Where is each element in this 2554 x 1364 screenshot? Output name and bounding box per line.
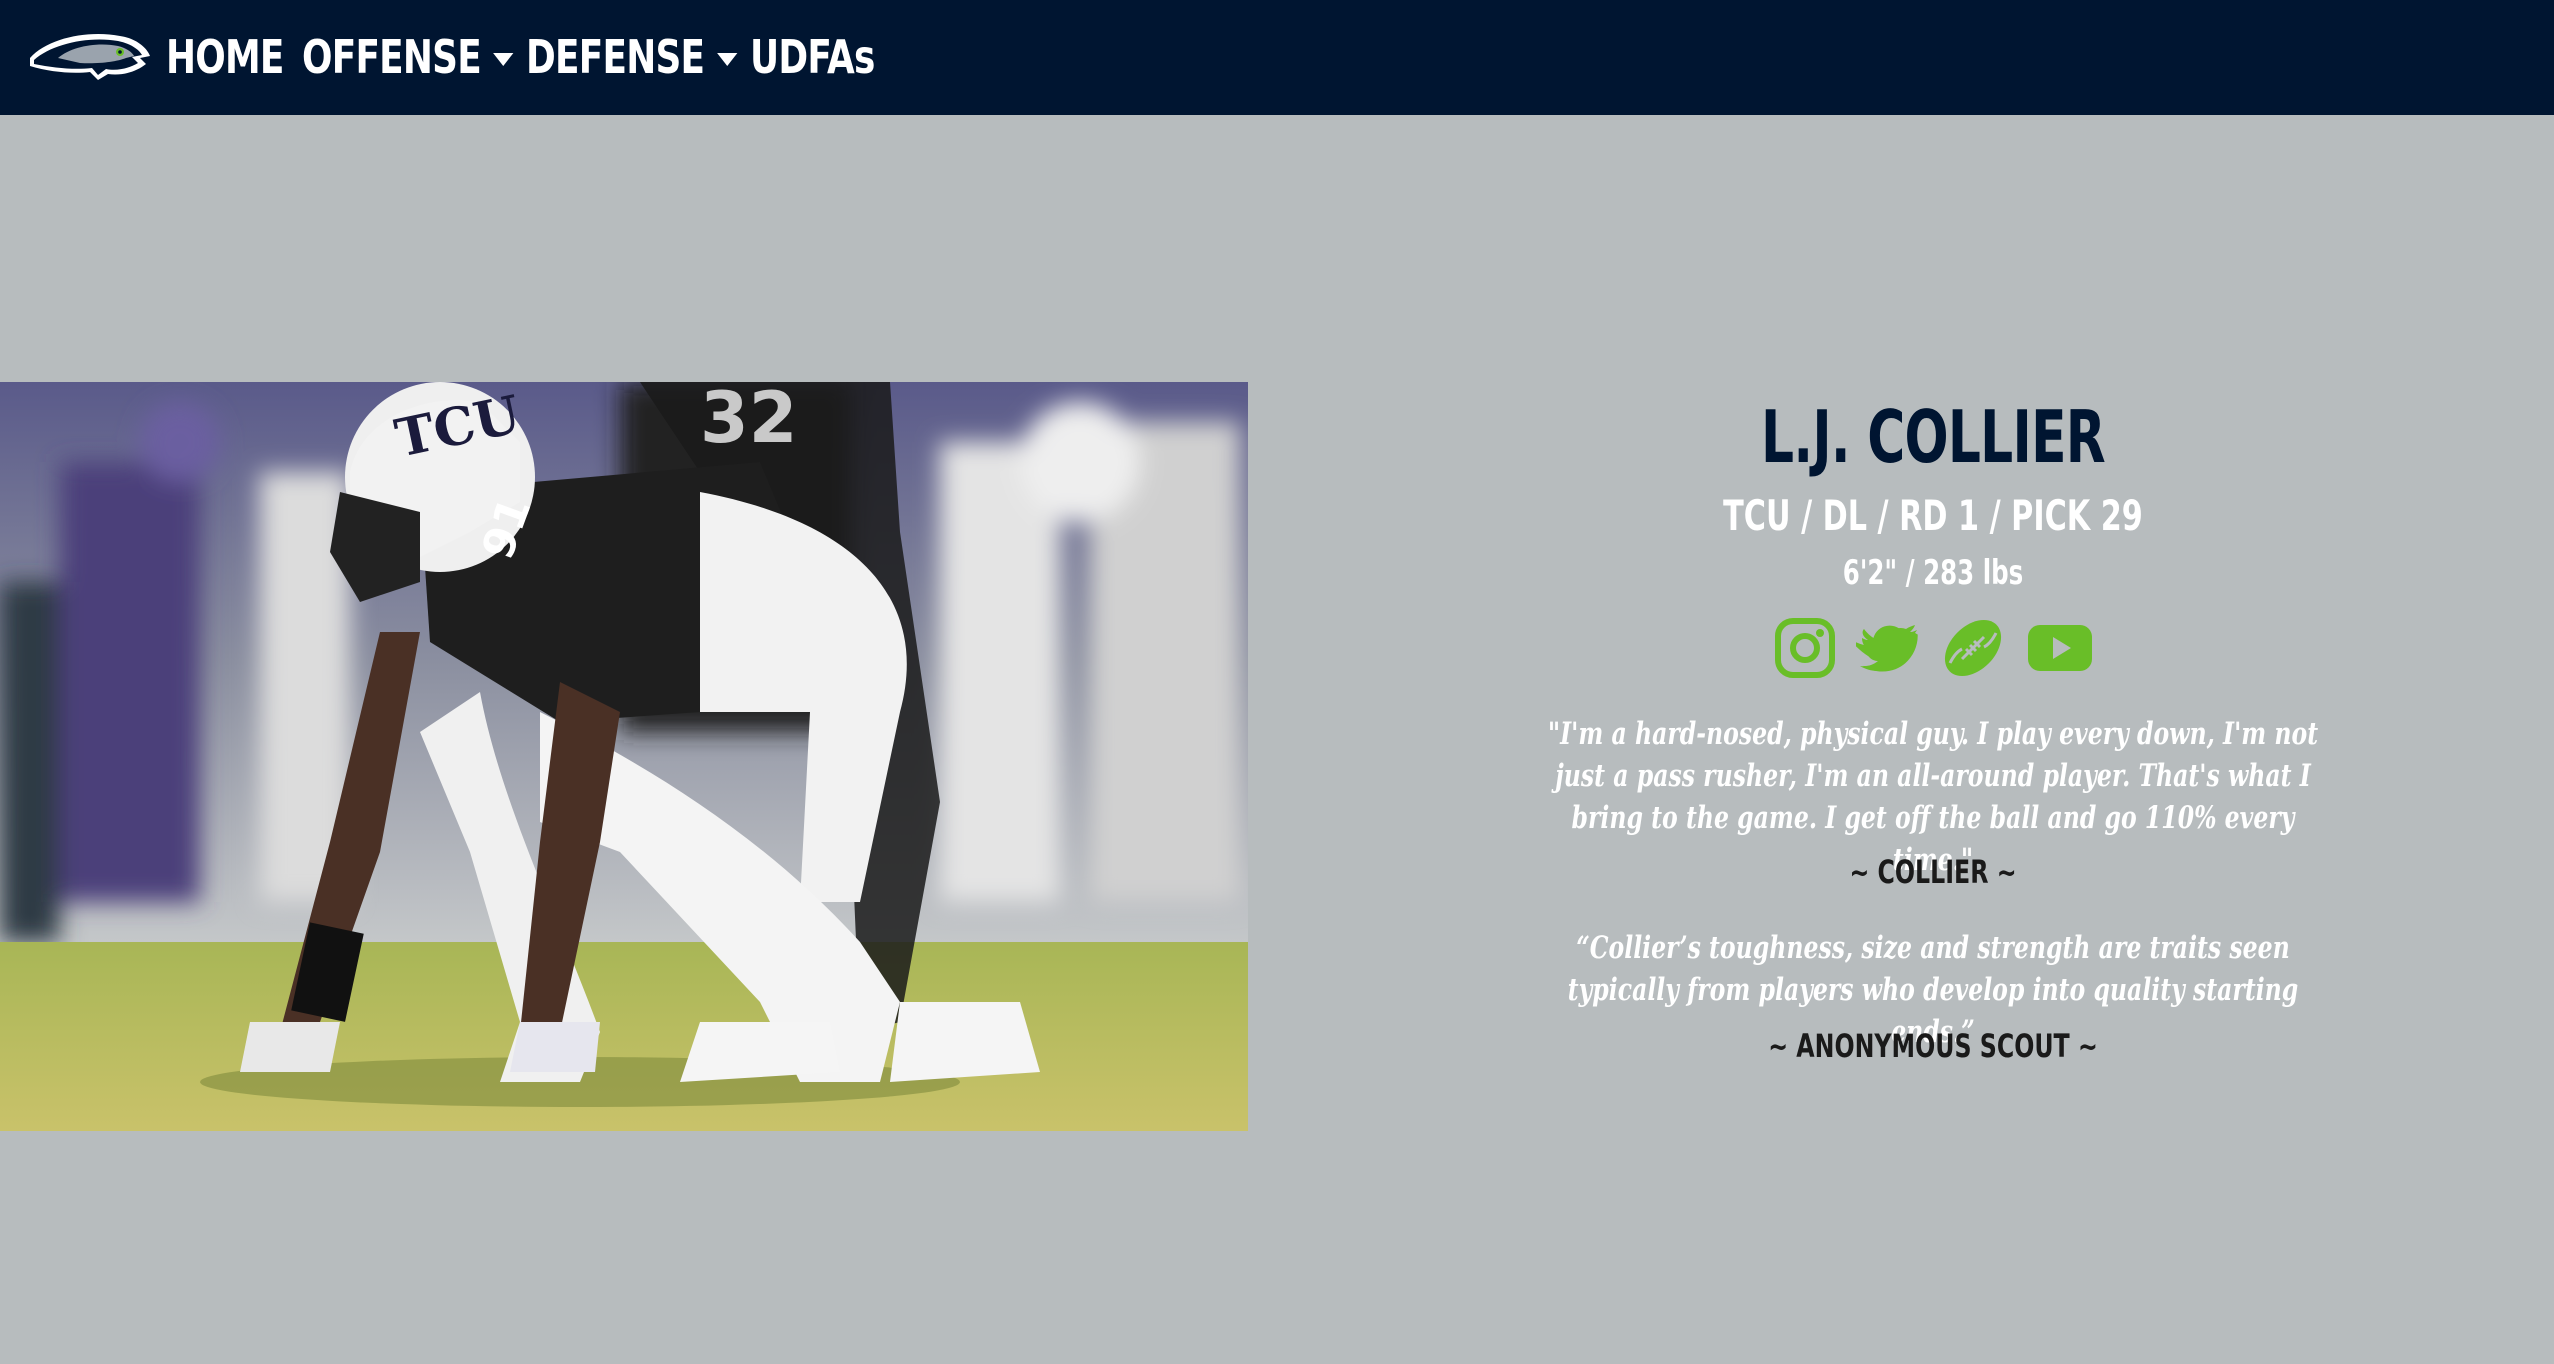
social-links xyxy=(1500,615,2366,681)
chevron-down-icon xyxy=(493,52,514,66)
nav-defense-label: DEFENSE xyxy=(526,30,705,84)
nav-offense[interactable]: OFFENSE xyxy=(302,22,514,92)
nav-home-label: HOME xyxy=(166,30,284,84)
instagram-icon[interactable] xyxy=(1772,615,1838,681)
player-subtitle: TCU / DL / RD 1 / PICK 29 xyxy=(1723,491,2143,540)
chevron-down-icon xyxy=(716,52,738,66)
nav-udfas[interactable]: UDFAs xyxy=(750,22,875,92)
player-photo-illustration: TCU 91 32 xyxy=(0,382,1248,1131)
top-navbar: HOME OFFENSE DEFENSE UDFAs xyxy=(0,0,2554,115)
nav-offense-label: OFFENSE xyxy=(302,30,482,84)
player-quote-attribution: ~ COLLIER ~ xyxy=(1849,853,2017,891)
football-icon[interactable] xyxy=(1940,615,2006,681)
nav-home[interactable]: HOME xyxy=(166,22,284,92)
svg-text:32: 32 xyxy=(700,382,797,459)
player-photo: TCU 91 32 xyxy=(0,382,1248,1131)
scout-quote-attribution: ~ ANONYMOUS SCOUT ~ xyxy=(1768,1027,2098,1065)
nav-udfas-label: UDFAs xyxy=(750,30,875,84)
seahawks-logo-icon[interactable] xyxy=(28,28,152,86)
player-measurements: 6'2" / 283 lbs xyxy=(1842,553,2024,593)
nav-defense[interactable]: DEFENSE xyxy=(526,22,738,92)
youtube-icon[interactable] xyxy=(2024,615,2094,681)
player-name: L.J. COLLIER xyxy=(1761,395,2106,479)
twitter-icon[interactable] xyxy=(1856,615,1922,681)
